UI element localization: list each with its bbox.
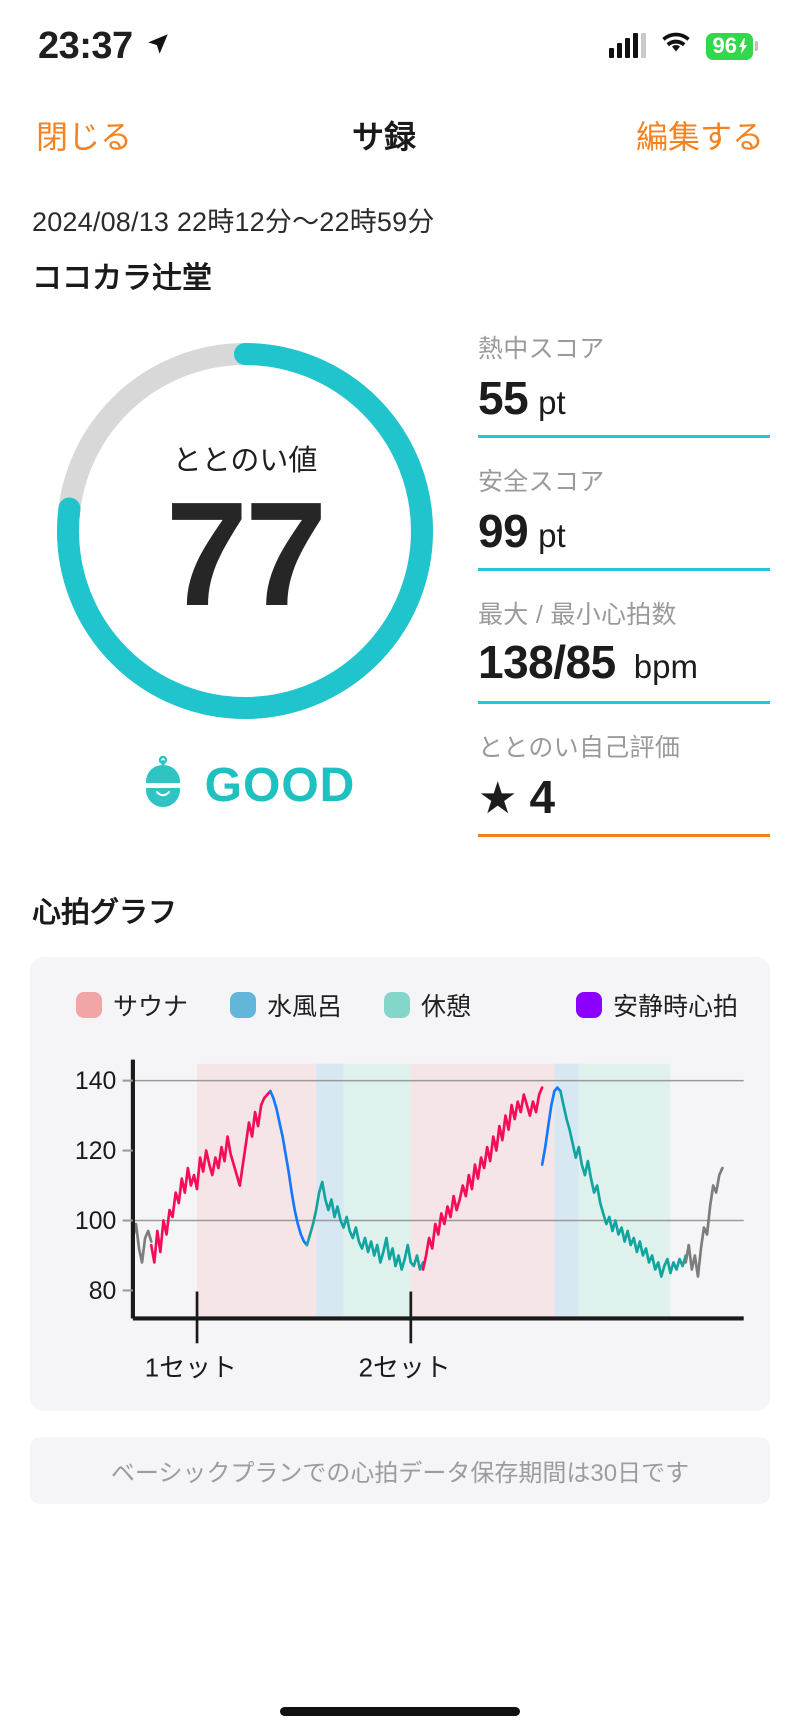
stat-value: 4 bbox=[529, 771, 555, 823]
legend-item-cold-bath: 水風呂 bbox=[230, 987, 342, 1023]
stat-unit: bpm bbox=[633, 648, 698, 685]
stat-value-row: ★ 4 bbox=[478, 770, 770, 826]
stat-label: 熱中スコア bbox=[478, 335, 605, 363]
star-icon: ★ bbox=[478, 774, 518, 823]
legend-item-rest: 休憩 bbox=[384, 987, 471, 1023]
summary-section: ととのい値 77 GOOD 熱中スコア 55 pt 安全スコア 99 pt 最大… bbox=[0, 297, 800, 861]
stat-heat-score: 熱中スコア 55 pt bbox=[478, 329, 770, 438]
stat-safety-score: 安全スコア 99 pt bbox=[478, 462, 770, 571]
close-button[interactable]: 閉じる bbox=[36, 112, 132, 158]
legend-item-resting-hr: 安静時心拍 bbox=[575, 987, 738, 1023]
verdict-badge: GOOD bbox=[135, 755, 356, 816]
gauge-value: 77 bbox=[165, 471, 328, 637]
legend-label: 水風呂 bbox=[267, 993, 343, 1021]
legend-label: 休憩 bbox=[421, 993, 472, 1021]
chart-section-title: 心拍グラフ bbox=[32, 897, 178, 929]
cellular-signal-icon bbox=[608, 33, 646, 58]
stat-label: 最大 / 最小心拍数 bbox=[478, 601, 677, 629]
svg-text:1セット: 1セット bbox=[145, 1354, 237, 1382]
status-bar: 23:37 96 bbox=[0, 0, 800, 92]
stat-underline bbox=[478, 435, 770, 438]
svg-text:80: 80 bbox=[89, 1278, 117, 1305]
wifi-icon bbox=[660, 32, 692, 61]
stat-value-row: 138/85 bpm bbox=[478, 636, 770, 693]
home-indicator bbox=[280, 1707, 520, 1716]
stat-value: 55 bbox=[478, 372, 529, 424]
stat-unit: pt bbox=[538, 517, 566, 554]
stat-value: 99 bbox=[478, 505, 529, 557]
location-arrow-icon bbox=[145, 31, 171, 62]
navigation-bar: 閉じる サ録 編集する bbox=[0, 92, 800, 178]
stat-self-rating: ととのい自己評価 ★ 4 bbox=[478, 728, 770, 837]
stat-max-min-heart-rate: 最大 / 最小心拍数 138/85 bpm bbox=[478, 595, 770, 704]
svg-text:2セット: 2セット bbox=[359, 1354, 451, 1382]
legend-label: 安静時心拍 bbox=[612, 993, 738, 1021]
heart-rate-chart-svg: 80100120140(bpm)1セット2セット bbox=[75, 1059, 744, 1382]
legend-swatch bbox=[230, 992, 257, 1018]
totonoi-gauge: ととのい値 77 bbox=[49, 335, 441, 727]
stat-label: ととのい自己評価 bbox=[478, 734, 681, 762]
stat-underline bbox=[478, 568, 770, 571]
edit-button[interactable]: 編集する bbox=[636, 112, 764, 158]
legend-label: サウナ bbox=[113, 993, 189, 1021]
plan-retention-note: ベーシックプランでの心拍データ保存期間は30日です bbox=[30, 1436, 770, 1504]
legend-item-sauna: サウナ bbox=[76, 987, 188, 1023]
bolt-icon bbox=[739, 37, 747, 54]
session-date-range: 2024/08/13 22時12分〜22時59分 bbox=[32, 207, 435, 237]
page-title: サ録 bbox=[351, 119, 416, 155]
sauna-character-icon bbox=[135, 755, 191, 816]
stat-unit: pt bbox=[538, 384, 566, 421]
status-bar-left: 23:37 bbox=[38, 25, 171, 68]
legend-swatch bbox=[76, 992, 102, 1018]
stats-column: 熱中スコア 55 pt 安全スコア 99 pt 最大 / 最小心拍数 138/8… bbox=[460, 321, 770, 861]
stat-value-row: 99 pt bbox=[478, 504, 770, 560]
battery-indicator: 96 bbox=[705, 32, 758, 60]
status-bar-right: 96 bbox=[608, 32, 758, 61]
stat-value: 138/85 bbox=[478, 636, 616, 688]
heart-rate-plot: 80100120140(bpm)1セット2セット bbox=[48, 1041, 752, 1383]
heart-rate-chart-card: サウナ 水風呂 休憩 安静時心拍 80100120140(bpm)1セット2セッ… bbox=[30, 957, 770, 1411]
battery-percent: 96 bbox=[712, 32, 737, 58]
legend-swatch bbox=[384, 992, 411, 1018]
stat-label: 安全スコア bbox=[478, 468, 605, 496]
stat-underline bbox=[478, 701, 770, 704]
svg-text:100: 100 bbox=[75, 1208, 116, 1235]
legend-swatch bbox=[575, 992, 602, 1018]
session-header: 2024/08/13 22時12分〜22時59分 ココカラ辻堂 bbox=[0, 178, 800, 297]
session-facility-name: ココカラ辻堂 bbox=[32, 262, 212, 295]
gauge-center-readout: ととのい値 77 bbox=[49, 335, 441, 727]
stat-underline bbox=[478, 834, 770, 837]
chart-legend: サウナ 水風呂 休憩 安静時心拍 bbox=[48, 987, 752, 1023]
status-time: 23:37 bbox=[38, 24, 133, 67]
svg-text:140: 140 bbox=[75, 1068, 116, 1095]
totonoi-gauge-column: ととのい値 77 GOOD bbox=[30, 321, 460, 816]
stat-value-row: 55 pt bbox=[478, 371, 770, 427]
svg-text:120: 120 bbox=[75, 1138, 116, 1165]
verdict-text: GOOD bbox=[204, 759, 356, 812]
